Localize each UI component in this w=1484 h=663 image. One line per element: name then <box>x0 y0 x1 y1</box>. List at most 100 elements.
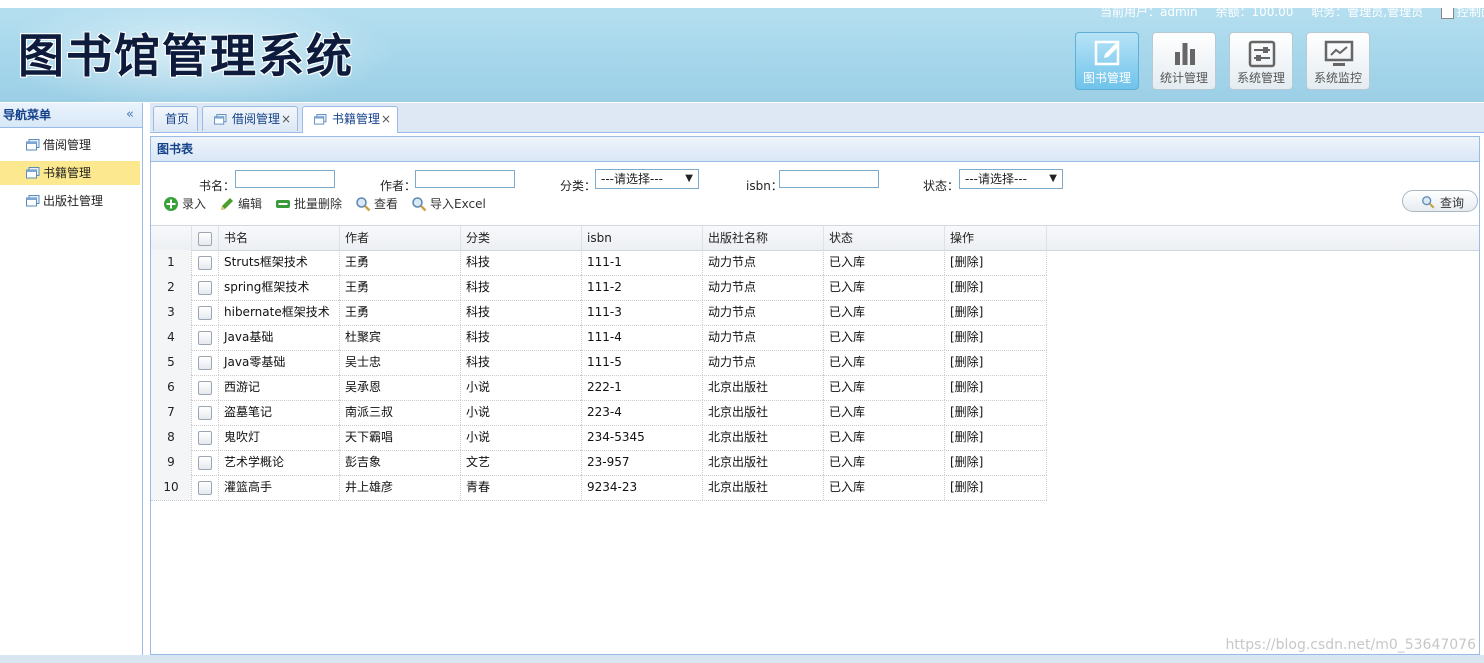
cell-isbn: 222-1 <box>582 375 703 400</box>
header-operation[interactable]: 操作 <box>945 226 1047 250</box>
table-row[interactable]: 3 hibernate框架技术 王勇 科技 111-3 动力节点 已入库 [删除] <box>151 300 1047 326</box>
row-checkbox[interactable] <box>198 405 212 420</box>
remove-icon <box>276 200 290 208</box>
row-checkbox[interactable] <box>198 280 212 295</box>
isbn-filter-input[interactable] <box>779 170 879 188</box>
cell-isbn: 9234-23 <box>582 475 703 500</box>
header-isbn[interactable]: isbn <box>582 226 703 250</box>
nav-statistics-button[interactable]: 统计管理 <box>1152 32 1216 90</box>
header-status[interactable]: 状态 <box>824 226 945 250</box>
row-number: 2 <box>151 275 192 300</box>
cell-status: 已入库 <box>824 300 945 325</box>
table-row[interactable]: 4 Java基础 杜聚宾 科技 111-4 动力节点 已入库 [删除] <box>151 325 1047 351</box>
delete-link[interactable]: [删除] <box>945 400 1047 425</box>
row-number: 8 <box>151 425 192 450</box>
row-checkbox[interactable] <box>198 330 212 345</box>
cell-isbn: 111-3 <box>582 300 703 325</box>
select-all-checkbox[interactable] <box>198 231 212 246</box>
row-checkbox[interactable] <box>198 480 212 495</box>
name-filter-input[interactable] <box>235 170 335 188</box>
row-checkbox[interactable] <box>198 255 212 270</box>
cell-status: 已入库 <box>824 475 945 500</box>
cell-status: 已入库 <box>824 325 945 350</box>
query-button[interactable]: 查询 <box>1402 190 1478 212</box>
cell-publisher: 北京出版社 <box>703 475 824 500</box>
control-checkbox[interactable] <box>1440 8 1454 19</box>
tab-book-management[interactable]: 书籍管理 × <box>302 106 398 133</box>
sidebar-item-publisher-management[interactable]: 出版社管理 <box>0 189 140 213</box>
row-checkbox-cell[interactable] <box>192 300 219 325</box>
row-checkbox[interactable] <box>198 430 212 445</box>
table-row[interactable]: 8 鬼吹灯 天下霸唱 小说 234-5345 北京出版社 已入库 [删除] <box>151 425 1047 451</box>
row-checkbox-cell[interactable] <box>192 275 219 300</box>
sidebar-item-label: 出版社管理 <box>43 194 104 208</box>
add-label: 录入 <box>182 197 207 211</box>
delete-link[interactable]: [删除] <box>945 350 1047 375</box>
table-row[interactable]: 6 西游记 吴承恩 小说 222-1 北京出版社 已入库 [删除] <box>151 375 1047 401</box>
row-checkbox-cell[interactable] <box>192 450 219 475</box>
table-row[interactable]: 9 艺术学概论 彭吉象 文艺 23-957 北京出版社 已入库 [删除] <box>151 450 1047 476</box>
nav-system-monitor-button[interactable]: 系统监控 <box>1306 32 1370 90</box>
status-select[interactable]: ---请选择--- ▼ <box>959 169 1063 189</box>
nav-button-label: 系统监控 <box>1313 71 1362 85</box>
cell-category: 青春 <box>461 475 582 500</box>
header-book-name[interactable]: 书名 <box>219 226 340 250</box>
row-checkbox-cell[interactable] <box>192 350 219 375</box>
row-checkbox[interactable] <box>198 455 212 470</box>
delete-link[interactable]: [删除] <box>945 375 1047 400</box>
table-row[interactable]: 7 盗墓笔记 南派三叔 小说 223-4 北京出版社 已入库 [删除] <box>151 400 1047 426</box>
row-checkbox[interactable] <box>198 305 212 320</box>
cell-status: 已入库 <box>824 400 945 425</box>
table-row[interactable]: 5 Java零基础 吴士忠 科技 111-5 动力节点 已入库 [删除] <box>151 350 1047 376</box>
nav-button-label: 统计管理 <box>1159 71 1208 85</box>
row-checkbox-cell[interactable] <box>192 250 219 275</box>
row-checkbox[interactable] <box>198 380 212 395</box>
delete-link[interactable]: [删除] <box>945 475 1047 500</box>
cell-isbn: 223-4 <box>582 400 703 425</box>
cell-book-name: 灌篮高手 <box>219 475 340 500</box>
close-icon[interactable]: × <box>281 107 291 131</box>
table-row[interactable]: 2 spring框架技术 王勇 科技 111-2 动力节点 已入库 [删除] <box>151 275 1047 301</box>
sidebar-item-book-management[interactable]: 书籍管理 <box>0 161 140 185</box>
category-select[interactable]: ---请选择--- ▼ <box>595 169 699 189</box>
header-author[interactable]: 作者 <box>340 226 461 250</box>
row-checkbox-cell[interactable] <box>192 475 219 500</box>
close-icon[interactable]: × <box>381 107 391 131</box>
row-checkbox-cell[interactable] <box>192 400 219 425</box>
cell-author: 吴士忠 <box>340 350 461 375</box>
cell-publisher: 动力节点 <box>703 275 824 300</box>
row-checkbox[interactable] <box>198 355 212 370</box>
row-checkbox-cell[interactable] <box>192 325 219 350</box>
tab-home[interactable]: 首页 <box>153 106 198 131</box>
cell-category: 文艺 <box>461 450 582 475</box>
search-icon <box>412 197 427 212</box>
tab-borrow-management[interactable]: 借阅管理 × <box>202 106 298 131</box>
delete-link[interactable]: [删除] <box>945 325 1047 350</box>
header-publisher[interactable]: 出版社名称 <box>703 226 824 250</box>
row-checkbox-cell[interactable] <box>192 425 219 450</box>
header-select-all[interactable] <box>192 226 219 250</box>
delete-link[interactable]: [删除] <box>945 275 1047 300</box>
nav-button-label: 图书管理 <box>1082 71 1131 85</box>
cell-status: 已入库 <box>824 375 945 400</box>
nav-system-management-button[interactable]: 系统管理 <box>1229 32 1293 90</box>
table-row[interactable]: 10 灌篮高手 井上雄彦 青春 9234-23 北京出版社 已入库 [删除] <box>151 475 1047 501</box>
delete-link[interactable]: [删除] <box>945 450 1047 475</box>
delete-link[interactable]: [删除] <box>945 250 1047 275</box>
row-checkbox-cell[interactable] <box>192 375 219 400</box>
nav-book-management-button[interactable]: 图书管理 <box>1075 32 1139 90</box>
header-category[interactable]: 分类 <box>461 226 582 250</box>
cell-book-name: 鬼吹灯 <box>219 425 340 450</box>
sidebar-title: 导航菜单 <box>3 108 52 122</box>
delete-link[interactable]: [删除] <box>945 425 1047 450</box>
control-panel-toggle[interactable]: 控制面 <box>1440 8 1484 19</box>
table-row[interactable]: 1 Struts框架技术 王勇 科技 111-1 动力节点 已入库 [删除] <box>151 250 1047 276</box>
double-chevron-left-icon[interactable]: « <box>126 103 134 127</box>
delete-link[interactable]: [删除] <box>945 300 1047 325</box>
cell-book-name: Struts框架技术 <box>219 250 340 275</box>
sidebar-item-borrow-management[interactable]: 借阅管理 <box>0 133 140 157</box>
author-filter-input[interactable] <box>415 170 515 188</box>
cell-publisher: 北京出版社 <box>703 400 824 425</box>
edit-icon <box>1094 40 1120 66</box>
cell-publisher: 动力节点 <box>703 350 824 375</box>
